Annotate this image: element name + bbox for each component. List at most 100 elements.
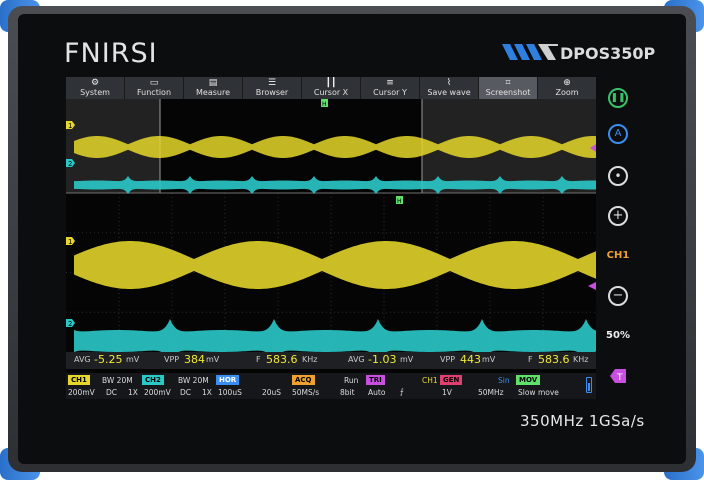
svg-text:T: T [616, 373, 623, 383]
select-button[interactable]: • [608, 166, 628, 186]
mov-tag[interactable]: MOV [516, 375, 541, 385]
ch1-volts: 200mV [68, 388, 95, 397]
svg-text:H: H [322, 101, 327, 108]
auto-button[interactable]: A [608, 124, 628, 144]
trigger-position-marker-top[interactable]: H [321, 99, 328, 108]
ch2-coupling: DC [180, 388, 192, 397]
gen-frequency: 50MHz [478, 388, 504, 397]
acq-bits: 8bit [340, 388, 355, 397]
ch2-vpp-unit: mV [482, 355, 496, 364]
cursor-y-icon: ≡ [386, 78, 394, 88]
ch2-trace [74, 319, 596, 352]
ruler-icon: ▤ [208, 78, 218, 88]
ch1-bandwidth: BW 20M [102, 376, 133, 385]
monitor-icon: ▭ [149, 78, 159, 88]
pause-icon: ❚❚ [610, 93, 626, 103]
menu-browser[interactable]: ☰ Browser [243, 77, 302, 99]
hor-tag[interactable]: HOR [216, 375, 240, 385]
cursor-x-icon: ┃┃ [325, 78, 337, 88]
menu-cursor-x[interactable]: ┃┃ Cursor X [302, 77, 361, 99]
mov-mode: Slow move [518, 388, 559, 397]
ch2-avg-value: -1.03 [368, 353, 397, 366]
ch2-probe: 1X [202, 388, 212, 397]
zoom-icon: ⊕ [563, 78, 571, 88]
channel-select-button[interactable]: CH1 [600, 250, 636, 261]
spec-label: 350MHz 1GSa/s [520, 412, 645, 430]
gen-tag[interactable]: GEN [440, 375, 463, 385]
ch2-f-label: F [528, 355, 533, 364]
trigger-level-icon: T [610, 369, 626, 383]
gen-waveform: Sin [498, 376, 510, 385]
ch2-avg-label: AVG [348, 355, 365, 364]
ch1-coupling: DC [106, 388, 118, 397]
ch1-f-label: F [256, 355, 261, 364]
ch2-avg-unit: mV [400, 355, 414, 364]
trigger-level-button[interactable]: T [610, 368, 626, 383]
svg-text:2: 2 [68, 320, 72, 328]
gear-icon: ⚙ [90, 78, 100, 88]
menu-save-wave[interactable]: ⌇ Save wave [420, 77, 479, 99]
ch1-vpp-label: VPP [164, 355, 180, 364]
svg-text:1: 1 [68, 238, 72, 246]
measurement-bar: AVG -5.25 mV VPP 384 mV F 583.6 KHz AVG … [66, 352, 596, 369]
ch1-f-unit: KHz [302, 355, 318, 364]
tri-tag[interactable]: TRI [366, 375, 385, 385]
scope-screen: ⚙ System ▭ Function ▤ Measure ☰ Browser ┃┃ Cu… [66, 77, 596, 399]
gen-amplitude: 1V [442, 388, 452, 397]
menu-cursor-y[interactable]: ≡ Cursor Y [361, 77, 420, 99]
waveform-area[interactable]: 1 2 1 2 H H [66, 99, 596, 352]
hor-timebase: 100uS [218, 388, 242, 397]
menu-measure[interactable]: ▤ Measure [184, 77, 243, 99]
ch1-probe: 1X [128, 388, 138, 397]
ch2-f-unit: KHz [573, 355, 589, 364]
menu-function[interactable]: ▭ Function [125, 77, 184, 99]
ch1-trace-overview [74, 136, 596, 158]
battery-icon [586, 377, 592, 393]
ch1-avg-label: AVG [74, 355, 91, 364]
ch2-vpp-label: VPP [440, 355, 456, 364]
dot-icon: • [614, 169, 622, 183]
ch1-f-value: 583.6 [266, 353, 298, 366]
tri-source: CH1 [422, 376, 438, 385]
menu-system[interactable]: ⚙ System [66, 77, 125, 99]
acq-tag[interactable]: ACQ [292, 375, 315, 385]
ch1-avg-value: -5.25 [94, 353, 123, 366]
menu-zoom[interactable]: ⊕ Zoom [538, 77, 596, 99]
trigger-position-marker[interactable]: H [396, 196, 403, 205]
acq-sample-rate: 50MS/s [292, 388, 320, 397]
svg-text:H: H [397, 198, 402, 205]
fifty-percent-button[interactable]: 50% [600, 330, 636, 341]
oscilloscope-device: FNIRSI DPOS350P ⚙ System ▭ Function ▤ Measu… [0, 0, 704, 480]
top-menu: ⚙ System ▭ Function ▤ Measure ☰ Browser ┃┃ Cu… [66, 77, 596, 99]
menu-screenshot[interactable]: ⌗ Screenshot [479, 77, 538, 99]
wave-save-icon: ⌇ [446, 78, 452, 88]
tri-mode: Auto [368, 388, 386, 397]
ch2-volts: 200mV [144, 388, 171, 397]
hor-delay: 20uS [262, 388, 282, 397]
run-pause-button[interactable]: ❚❚ [608, 88, 628, 108]
minus-button[interactable]: − [608, 286, 628, 306]
status-bar: CH1 BW 20M 200mV DC 1X CH2 BW 20M 200mV … [66, 373, 596, 399]
ch1-avg-unit: mV [126, 355, 140, 364]
ch1-vpp-unit: mV [206, 355, 220, 364]
ch1-trace [74, 241, 596, 289]
ch2-tag[interactable]: CH2 [142, 375, 164, 385]
ch2-marker[interactable]: 2 [66, 319, 75, 328]
stripes-logo-icon [502, 44, 558, 60]
database-icon: ☰ [267, 78, 277, 88]
ch2-vpp-value: 443 [460, 353, 481, 366]
acq-mode: Run [344, 376, 359, 385]
ch1-vpp-value: 384 [184, 353, 205, 366]
ch1-marker[interactable]: 1 [66, 237, 75, 246]
trigger-level-marker[interactable] [588, 282, 596, 290]
ch2-bandwidth: BW 20M [178, 376, 209, 385]
brand-logo: FNIRSI [64, 38, 158, 69]
model-name: DPOS350P [560, 44, 656, 63]
tri-edge-icon: ⨍ [400, 387, 404, 396]
ch1-tag[interactable]: CH1 [68, 375, 90, 385]
svg-text:2: 2 [68, 160, 72, 168]
ch2-f-value: 583.6 [538, 353, 570, 366]
svg-text:1: 1 [68, 122, 72, 130]
plus-button[interactable]: + [608, 206, 628, 226]
crop-icon: ⌗ [505, 78, 511, 88]
